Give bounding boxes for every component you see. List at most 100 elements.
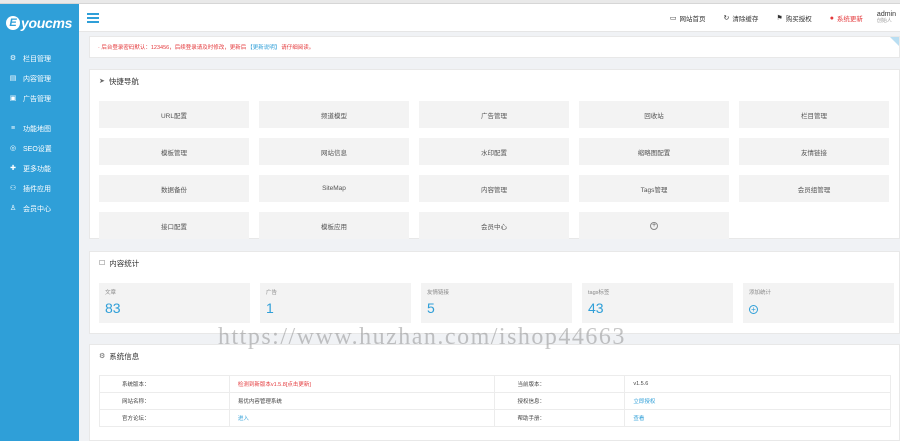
quick-nav-item[interactable]: 会员中心: [419, 212, 569, 239]
sidebar-item-seo[interactable]: ◎ SEO设置: [0, 139, 79, 159]
bars-icon: ≡: [10, 125, 16, 132]
monitor-icon: ▭: [669, 15, 677, 22]
system-info-title-text: 系统信息: [109, 351, 140, 361]
quick-nav-item[interactable]: 会员组管理: [739, 175, 889, 202]
stat-card[interactable]: 文章 83: [99, 283, 250, 323]
stat-card[interactable]: tags标签 43: [582, 283, 733, 323]
quick-nav-item[interactable]: 栏目管理: [739, 101, 889, 128]
send-icon: ➤: [99, 78, 105, 85]
sidebar-item-ad-manage[interactable]: ▣ 广告管理: [0, 89, 79, 109]
sidebar-item-more[interactable]: ✚ 更多功能: [0, 159, 79, 179]
quick-nav-item[interactable]: 频道模型: [259, 101, 409, 128]
quick-nav-item[interactable]: 接口配置: [99, 212, 249, 239]
system-info-panel: ⚙ 系统信息 系统版本： 检测到新版本v1.5.8[点击更新] 当前版本： v1…: [89, 344, 900, 441]
sidebar-nav: ⚙ 栏目管理 ▤ 内容管理 ▣ 广告管理 ≡ 功能地图 ◎ SEO设置 ✚ 更多…: [0, 49, 79, 219]
system-update-button[interactable]: ● 系统更新: [829, 13, 863, 24]
sidebar-item-content-manage[interactable]: ▤ 内容管理: [0, 69, 79, 89]
add-stat-label: 添加统计: [749, 290, 772, 296]
quick-nav-item[interactable]: 内容管理: [419, 175, 569, 202]
info-key: 系统版本：: [99, 375, 230, 393]
license-link[interactable]: 立即授权: [624, 392, 891, 410]
quick-nav-item[interactable]: 数据备份: [99, 175, 249, 202]
image-icon: ▣: [9, 95, 17, 102]
stat-value: 83: [105, 300, 121, 316]
sidebar-divider: [0, 109, 79, 119]
site-home-button[interactable]: ▭ 网站首页: [670, 13, 706, 23]
add-circle-icon: +: [650, 221, 658, 230]
user-icon: ♙: [9, 205, 17, 212]
buy-license-button[interactable]: ⚑ 购买授权: [776, 13, 811, 23]
notice-link[interactable]: 【更新说明】: [247, 43, 280, 51]
notice-corner: [890, 37, 899, 46]
quick-nav-item[interactable]: 网站信息: [259, 138, 409, 165]
table-row: 网站名称： 易优内容管理系统 授权信息： 立即授权: [99, 392, 891, 410]
quick-nav-item[interactable]: 模板应用: [259, 212, 409, 239]
quick-nav-item[interactable]: Tags管理: [579, 175, 729, 202]
stat-card[interactable]: 广告 1: [260, 283, 411, 323]
quick-nav-item[interactable]: 模板管理: [99, 138, 249, 165]
sidebar-item-label: 插件应用: [23, 186, 51, 193]
menu-toggle-icon[interactable]: [87, 11, 99, 25]
file-icon: ▤: [9, 75, 17, 82]
user-role: 创始人: [876, 18, 892, 24]
topbar-actions: ▭ 网站首页 ↻ 清除缓存 ⚑ 购买授权 ● 系统更新 admin 创始人: [652, 4, 896, 32]
puzzle-icon: ✚: [10, 165, 16, 172]
notice-bar: · 后台登录密码默认：123456，后续登录请及时修改，更新后 【更新说明】 请…: [89, 36, 900, 58]
sidebar-item-label: 内容管理: [23, 76, 51, 83]
add-stat-card[interactable]: 添加统计 +: [743, 283, 894, 323]
info-key: 官方论坛：: [99, 409, 230, 427]
sidebar-item-label: 功能地图: [23, 126, 51, 133]
quick-nav-item[interactable]: 广告管理: [419, 101, 569, 128]
clear-cache-label: 清除缓存: [732, 16, 759, 23]
user-menu[interactable]: admin 创始人: [877, 11, 896, 25]
stat-card[interactable]: 友情链接 5: [421, 283, 572, 323]
logo-mark: E: [6, 16, 20, 30]
quick-nav-item[interactable]: 回收站: [579, 101, 729, 128]
quick-nav-item[interactable]: URL配置: [99, 101, 249, 128]
seo-icon: ◎: [9, 145, 17, 152]
system-info-table: 系统版本： 检测到新版本v1.5.8[点击更新] 当前版本： v1.5.6 网站…: [99, 375, 891, 427]
flag-icon: ⚑: [776, 15, 783, 22]
plugin-icon: ⚇: [9, 185, 17, 192]
quick-nav-grid: URL配置 频道模型 广告管理 回收站 栏目管理 模板管理 网站信息 水印配置 …: [99, 101, 891, 239]
update-link[interactable]: 检测到新版本v1.5.8[点击更新]: [228, 375, 496, 393]
quick-nav-item[interactable]: SiteMap: [259, 175, 409, 202]
sidebar-item-plugins[interactable]: ⚇ 插件应用: [0, 179, 79, 199]
stats-grid: 文章 83 广告 1 友情链接 5 tags标签 43 添加统计 +: [99, 283, 894, 323]
sidebar-item-members[interactable]: ♙ 会员中心: [0, 199, 79, 219]
forum-link[interactable]: 进入: [228, 409, 496, 427]
stat-label: 友情链接: [427, 290, 450, 296]
logo[interactable]: E youcms: [0, 4, 79, 42]
quick-nav-panel: ➤ 快捷导航 URL配置 频道模型 广告管理 回收站 栏目管理 模板管理 网站信…: [89, 69, 900, 239]
quick-nav-item[interactable]: 水印配置: [419, 138, 569, 165]
info-value: v1.5.6: [624, 375, 891, 393]
sidebar-item-function-map[interactable]: ≡ 功能地图: [0, 119, 79, 139]
alert-icon: ●: [829, 14, 834, 22]
sidebar-item-column-manage[interactable]: ⚙ 栏目管理: [0, 49, 79, 69]
stat-label: tags标签: [588, 290, 610, 296]
content-stats-panel: ☐ 内容统计 文章 83 广告 1 友情链接 5 tags标签 43 添加统计 …: [89, 251, 900, 334]
info-key: 帮助手册：: [494, 409, 626, 427]
buy-license-label: 购买授权: [785, 16, 812, 23]
stat-value: 1: [266, 300, 274, 316]
quick-nav-add-button[interactable]: +: [579, 212, 729, 239]
logo-text: youcms: [21, 15, 73, 31]
notice-prefix: · 后台登录密码默认：123456，后续登录请及时修改，更新后: [98, 45, 247, 51]
sidebar-item-label: 广告管理: [23, 96, 51, 103]
sidebar-item-label: 栏目管理: [23, 56, 51, 63]
quick-nav-item[interactable]: 缩略图配置: [579, 138, 729, 165]
quick-nav-item[interactable]: 友情链接: [739, 138, 889, 165]
table-row: 系统版本： 检测到新版本v1.5.8[点击更新] 当前版本： v1.5.6: [99, 375, 891, 393]
system-update-label: 系统更新: [836, 16, 863, 23]
topbar: ▭ 网站首页 ↻ 清除缓存 ⚑ 购买授权 ● 系统更新 admin 创始人: [79, 4, 900, 32]
manual-link[interactable]: 查看: [624, 409, 891, 427]
add-circle-icon: +: [749, 305, 758, 314]
clear-cache-button[interactable]: ↻ 清除缓存: [724, 13, 759, 23]
content-stats-title-text: 内容统计: [109, 258, 140, 268]
notice-suffix: 请仔细阅读。: [281, 45, 315, 51]
info-key: 网站名称：: [99, 392, 230, 410]
gear-icon: ⚙: [9, 55, 17, 62]
refresh-icon: ↻: [723, 15, 730, 22]
info-key: 当前版本：: [494, 375, 626, 393]
stat-value: 5: [427, 300, 435, 316]
